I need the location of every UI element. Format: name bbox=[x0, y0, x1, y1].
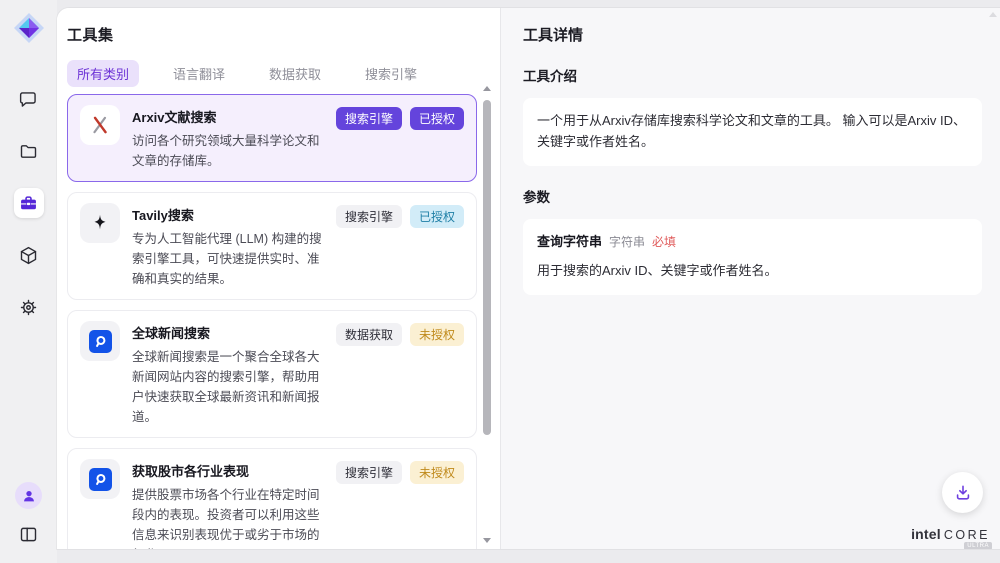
tool-title: 全球新闻搜索 bbox=[132, 323, 324, 342]
category-badge: 数据获取 bbox=[336, 323, 402, 346]
category-tabs: 所有类别 语言翻译 数据获取 搜索引擎 bbox=[67, 61, 500, 85]
params-heading: 参数 bbox=[523, 186, 982, 206]
folder-icon bbox=[18, 141, 39, 162]
scrollbar-thumb[interactable] bbox=[483, 100, 491, 435]
tool-icon-tile bbox=[80, 321, 120, 361]
status-badge: 已授权 bbox=[410, 205, 464, 228]
blue-search-icon bbox=[89, 330, 112, 353]
app-logo bbox=[13, 12, 45, 44]
core-wordmark: CORE ULTRA bbox=[944, 528, 990, 542]
tool-badges: 数据获取 未授权 bbox=[336, 321, 464, 427]
intro-text: 一个用于从Arxiv存储库搜索科学论文和文章的工具。 输入可以是Arxiv ID… bbox=[537, 113, 966, 149]
left-rail bbox=[0, 0, 57, 563]
tab-search-engine[interactable]: 搜索引擎 bbox=[355, 60, 427, 87]
rail-bottom bbox=[14, 482, 44, 549]
user-avatar[interactable] bbox=[15, 482, 42, 509]
tool-card-body: Tavily搜索 专为人工智能代理 (LLM) 构建的搜索引擎工具，可快速提供实… bbox=[132, 203, 324, 289]
blue-search-icon bbox=[89, 468, 112, 491]
diamond-gem-icon bbox=[13, 12, 45, 44]
param-header-row: 查询字符串 字符串 必填 bbox=[537, 232, 968, 253]
tool-card-tavily[interactable]: Tavily搜索 专为人工智能代理 (LLM) 构建的搜索引擎工具，可快速提供实… bbox=[67, 192, 477, 300]
status-badge: 未授权 bbox=[410, 323, 464, 346]
tab-all-categories[interactable]: 所有类别 bbox=[67, 60, 139, 87]
list-scrollbar[interactable] bbox=[482, 86, 492, 543]
status-badge: 已授权 bbox=[410, 107, 464, 130]
download-button[interactable] bbox=[942, 472, 983, 513]
param-required-flag: 必填 bbox=[652, 233, 676, 252]
tool-description: 访问各个研究领域大量科学论文和文章的存储库。 bbox=[132, 131, 324, 171]
category-badge: 搜索引擎 bbox=[336, 461, 402, 484]
param-name: 查询字符串 bbox=[537, 232, 602, 253]
tool-card-body: 获取股市各行业表现 提供股票市场各个行业在特定时间段内的表现。投资者可以利用这些… bbox=[132, 459, 324, 549]
intel-core-logo: intel CORE ULTRA bbox=[911, 526, 990, 542]
tool-badges: 搜索引擎 已授权 bbox=[336, 105, 464, 171]
panel-toggle[interactable] bbox=[14, 519, 44, 549]
category-badge: 搜索引擎 bbox=[336, 107, 402, 130]
scroll-up-arrow-icon[interactable] bbox=[483, 86, 491, 91]
tool-icon-tile bbox=[80, 105, 120, 145]
scroll-down-arrow-icon[interactable] bbox=[483, 538, 491, 543]
tab-translation[interactable]: 语言翻译 bbox=[163, 60, 235, 87]
cube-icon bbox=[18, 245, 39, 266]
detail-scroll-arrow-icon bbox=[989, 12, 997, 17]
arxiv-icon bbox=[89, 114, 111, 136]
sidebar-item-models[interactable] bbox=[14, 240, 44, 270]
status-badge: 未授权 bbox=[410, 461, 464, 484]
detail-title: 工具详情 bbox=[523, 24, 982, 45]
intel-wordmark: intel bbox=[911, 526, 941, 542]
main-window: 工具集 所有类别 语言翻译 数据获取 搜索引擎 Arxiv文献搜索 访问各个研究… bbox=[57, 8, 1000, 549]
tab-data-fetch[interactable]: 数据获取 bbox=[259, 60, 331, 87]
download-icon bbox=[953, 483, 973, 503]
tool-badges: 搜索引擎 未授权 bbox=[336, 459, 464, 549]
chat-icon bbox=[18, 89, 39, 110]
page-title: 工具集 bbox=[67, 24, 500, 45]
tool-icon-tile bbox=[80, 459, 120, 499]
tool-icon-tile bbox=[80, 203, 120, 243]
user-avatar-icon bbox=[21, 488, 37, 504]
tavily-star-icon bbox=[89, 212, 111, 234]
sidebar-item-files[interactable] bbox=[14, 136, 44, 166]
tool-card-sector-performance[interactable]: 获取股市各行业表现 提供股票市场各个行业在特定时间段内的表现。投资者可以利用这些… bbox=[67, 448, 477, 549]
intro-heading: 工具介绍 bbox=[523, 65, 982, 85]
tool-card-arxiv[interactable]: Arxiv文献搜索 访问各个研究领域大量科学论文和文章的存储库。 搜索引擎 已授… bbox=[67, 94, 477, 182]
tool-title: 获取股市各行业表现 bbox=[132, 461, 324, 480]
toolset-pane: 工具集 所有类别 语言翻译 数据获取 搜索引擎 Arxiv文献搜索 访问各个研究… bbox=[57, 8, 500, 549]
sidebar-item-chat[interactable] bbox=[14, 84, 44, 114]
intro-box: 一个用于从Arxiv存储库搜索科学论文和文章的工具。 输入可以是Arxiv ID… bbox=[523, 98, 982, 166]
ultra-badge: ULTRA bbox=[964, 542, 992, 549]
tool-card-list: Arxiv文献搜索 访问各个研究领域大量科学论文和文章的存储库。 搜索引擎 已授… bbox=[67, 94, 477, 549]
rail-nav bbox=[14, 84, 44, 322]
tool-title: Arxiv文献搜索 bbox=[132, 107, 324, 126]
gear-icon bbox=[18, 297, 39, 318]
tool-description: 全球新闻搜索是一个聚合全球各大新闻网站内容的搜索引擎，帮助用户快速获取全球最新资… bbox=[132, 347, 324, 427]
sidebar-item-settings[interactable] bbox=[14, 292, 44, 322]
param-box: 查询字符串 字符串 必填 用于搜索的Arxiv ID、关键字或作者姓名。 bbox=[523, 219, 982, 296]
tool-card-global-news[interactable]: 全球新闻搜索 全球新闻搜索是一个聚合全球各大新闻网站内容的搜索引擎，帮助用户快速… bbox=[67, 310, 477, 438]
param-description: 用于搜索的Arxiv ID、关键字或作者姓名。 bbox=[537, 261, 968, 282]
tool-description: 提供股票市场各个行业在特定时间段内的表现。投资者可以利用这些信息来识别表现优于或… bbox=[132, 485, 324, 549]
category-badge: 搜索引擎 bbox=[336, 205, 402, 228]
tool-description: 专为人工智能代理 (LLM) 构建的搜索引擎工具，可快速提供实时、准确和真实的结… bbox=[132, 229, 324, 289]
tool-title: Tavily搜索 bbox=[132, 205, 324, 224]
toolbox-icon bbox=[18, 193, 39, 214]
panel-toggle-icon bbox=[18, 524, 39, 545]
tool-badges: 搜索引擎 已授权 bbox=[336, 203, 464, 289]
param-type: 字符串 bbox=[609, 233, 645, 252]
tool-detail-pane: 工具详情 工具介绍 一个用于从Arxiv存储库搜索科学论文和文章的工具。 输入可… bbox=[500, 8, 1000, 549]
sidebar-item-toolset[interactable] bbox=[14, 188, 44, 218]
tool-card-body: Arxiv文献搜索 访问各个研究领域大量科学论文和文章的存储库。 bbox=[132, 105, 324, 171]
tool-card-body: 全球新闻搜索 全球新闻搜索是一个聚合全球各大新闻网站内容的搜索引擎，帮助用户快速… bbox=[132, 321, 324, 427]
